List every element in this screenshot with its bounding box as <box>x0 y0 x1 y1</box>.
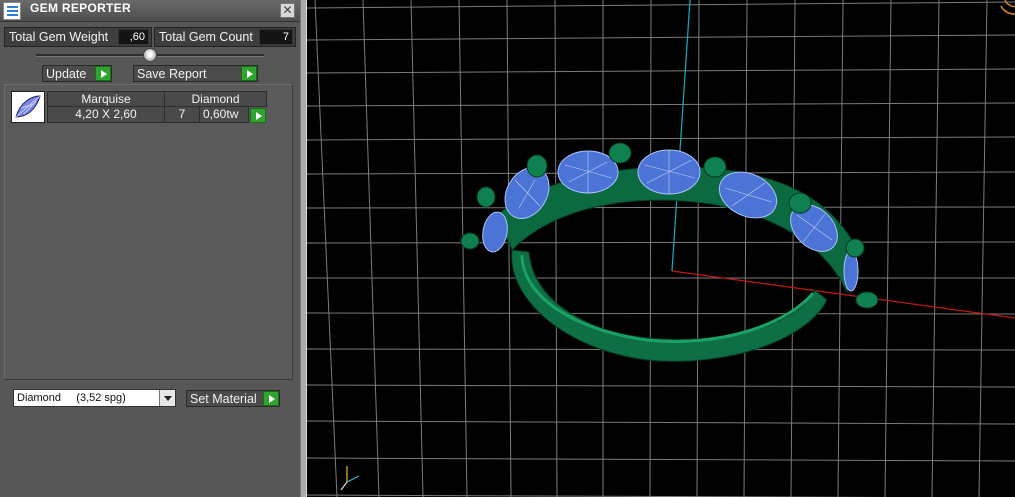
column-header-cut: Marquise <box>47 91 165 107</box>
table-row[interactable]: 4,20 X 2,60 7 0,60tw <box>47 107 267 123</box>
marquise-gem-icon[interactable] <box>11 91 45 123</box>
title-bar[interactable]: GEM REPORTER ✕ <box>0 0 300 22</box>
update-button-label: Update <box>46 66 87 81</box>
gem-list <box>4 84 293 380</box>
perspective-grid <box>307 0 1015 497</box>
panel-splitter[interactable] <box>300 0 307 497</box>
total-gem-count-value: 7 <box>259 29 293 45</box>
total-gem-count-label: Total Gem Count <box>159 30 253 44</box>
ring-model[interactable] <box>460 142 879 362</box>
gem-reporter-app-icon <box>3 2 21 20</box>
gem-count-cell: 7 <box>165 107 200 123</box>
chevron-down-icon[interactable] <box>159 390 175 406</box>
gem-size-cell: 4,20 X 2,60 <box>47 107 165 123</box>
save-report-button[interactable]: Save Report <box>133 65 258 82</box>
gem-table-header: Marquise Diamond <box>47 91 267 107</box>
play-icon <box>263 391 279 406</box>
total-gem-weight-value: ,60 <box>118 29 149 45</box>
y-axis-line <box>671 0 691 272</box>
gem-weight-cell: 0,60tw <box>200 107 249 123</box>
update-button[interactable]: Update <box>42 65 112 82</box>
material-dropdown-value: Diamond (3,52 spg) <box>17 392 126 404</box>
play-icon <box>241 66 257 81</box>
set-material-button-label: Set Material <box>190 391 257 406</box>
close-icon[interactable]: ✕ <box>280 3 295 18</box>
set-material-button[interactable]: Set Material <box>186 390 280 407</box>
gem-reporter-panel: GEM REPORTER ✕ Total Gem Weight ,60 Tota… <box>0 0 300 497</box>
total-gem-weight-box: Total Gem Weight ,60 <box>4 27 152 47</box>
save-report-button-label: Save Report <box>137 66 207 81</box>
axis-gizmo-icon <box>340 466 360 491</box>
total-gem-count-box: Total Gem Count 7 <box>154 27 296 47</box>
gem-table: Marquise Diamond 4,20 X 2,60 7 0,60tw <box>47 91 267 123</box>
play-icon <box>95 66 111 81</box>
3d-viewport[interactable] <box>307 0 1015 497</box>
material-dropdown[interactable]: Diamond (3,52 spg) <box>13 389 176 407</box>
play-icon[interactable] <box>250 108 266 123</box>
column-header-stone: Diamond <box>165 91 267 107</box>
total-gem-weight-label: Total Gem Weight <box>9 30 109 44</box>
slider-thumb[interactable] <box>143 48 157 62</box>
window-title: GEM REPORTER <box>30 1 131 15</box>
